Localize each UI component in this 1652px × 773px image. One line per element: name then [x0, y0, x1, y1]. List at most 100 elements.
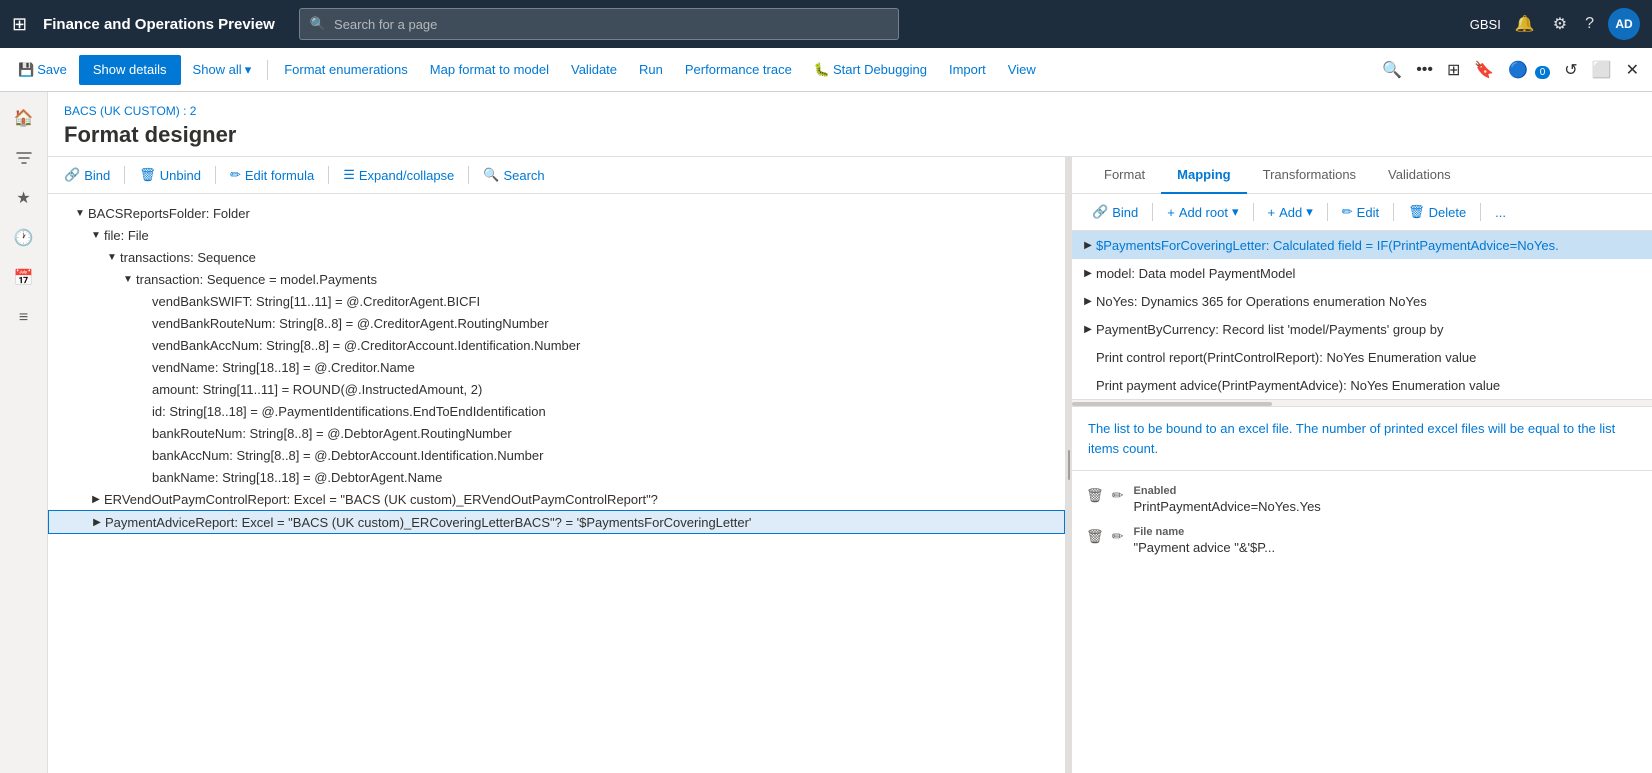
toolbar-close-icon[interactable]: ✕	[1621, 55, 1644, 85]
expand-icon[interactable]: ▶	[1080, 237, 1096, 253]
prop-delete-button[interactable]: 🗑	[1084, 526, 1106, 547]
top-nav-bar: ⊞ Finance and Operations Preview 🔍 GBSI …	[0, 0, 1652, 48]
prop-edit-button[interactable]: ✏	[1110, 485, 1126, 506]
expand-icon[interactable]: ▶	[1080, 293, 1096, 309]
expand-icon[interactable]: ▼	[88, 227, 104, 243]
breadcrumb[interactable]: BACS (UK CUSTOM) : 2	[64, 104, 1636, 118]
expand-icon[interactable]: ▶	[89, 514, 105, 530]
expand-icon[interactable]: ▼	[104, 249, 120, 265]
filename-label: File name	[1134, 526, 1640, 538]
tree-item[interactable]: amount: String[11..11] = ROUND(@.Instruc…	[48, 378, 1065, 400]
delete-button[interactable]: 🗑 Delete	[1400, 200, 1474, 224]
mapping-tree-item[interactable]: ▶ $PaymentsForCoveringLetter: Calculated…	[1072, 231, 1652, 259]
save-button[interactable]: 💾 Save	[8, 55, 77, 85]
toolbar-refresh-icon[interactable]: ↺	[1559, 55, 1582, 85]
right-bind-button[interactable]: 🔗 Bind	[1084, 200, 1146, 224]
prop-edit-button[interactable]: ✏	[1110, 526, 1126, 547]
tree-item[interactable]: ▼ BACSReportsFolder: Folder	[48, 202, 1065, 224]
mapping-tree-item[interactable]: ▶ PaymentByCurrency: Record list 'model/…	[1072, 315, 1652, 343]
performance-trace-button[interactable]: Performance trace	[675, 55, 802, 85]
sidebar-modules-icon[interactable]: ≡	[6, 300, 42, 336]
tree-item[interactable]: vendBankSWIFT: String[11..11] = @.Credit…	[48, 290, 1065, 312]
tree-item[interactable]: ▼ transactions: Sequence	[48, 246, 1065, 268]
tab-validations[interactable]: Validations	[1372, 157, 1467, 194]
search-icon: 🔍	[483, 167, 499, 183]
chevron-down-icon: ▾	[245, 62, 252, 78]
tree-item[interactable]: vendBankAccNum: String[8..8] = @.Credito…	[48, 334, 1065, 356]
sidebar-home-icon[interactable]: 🏠	[6, 100, 42, 136]
user-code: GBSI	[1470, 17, 1501, 32]
settings-icon[interactable]: ⚙	[1549, 10, 1571, 38]
mapping-tree: ▶ $PaymentsForCoveringLetter: Calculated…	[1072, 231, 1652, 399]
help-icon[interactable]: ?	[1581, 11, 1598, 37]
main-container: BACS (UK CUSTOM) : 2 Format designer 🔗 B…	[48, 92, 1652, 773]
format-enumerations-button[interactable]: Format enumerations	[274, 55, 418, 85]
add-root-button[interactable]: + Add root ▾	[1159, 200, 1246, 224]
tree-item[interactable]: vendBankRouteNum: String[8..8] = @.Credi…	[48, 312, 1065, 334]
tree-item[interactable]: vendName: String[18..18] = @.Creditor.Na…	[48, 356, 1065, 378]
expand-icon: ☰	[343, 167, 355, 183]
sidebar-filter-icon[interactable]	[6, 140, 42, 176]
tree-item[interactable]: id: String[18..18] = @.PaymentIdentifica…	[48, 400, 1065, 422]
view-button[interactable]: View	[998, 55, 1046, 85]
tree-item-selected[interactable]: ▶ PaymentAdviceReport: Excel = "BACS (UK…	[48, 510, 1065, 534]
sidebar-workspaces-icon[interactable]: 📅	[6, 260, 42, 296]
expand-icon[interactable]: ▼	[120, 271, 136, 287]
mapping-tree-item[interactable]: ▶ NoYes: Dynamics 365 for Operations enu…	[1072, 287, 1652, 315]
mapping-tree-item[interactable]: Print control report(PrintControlReport)…	[1072, 343, 1652, 371]
expand-icon[interactable]: ▶	[1080, 265, 1096, 281]
run-button[interactable]: Run	[629, 55, 673, 85]
edit-button[interactable]: ✏ Edit	[1334, 200, 1387, 224]
tree-item[interactable]: ▼ file: File	[48, 224, 1065, 246]
bind-button[interactable]: 🔗 Bind	[56, 163, 118, 187]
more-button[interactable]: ...	[1487, 201, 1514, 224]
prop-icons: 🗑 ✏	[1084, 526, 1126, 547]
expand-collapse-button[interactable]: ☰ Expand/collapse	[335, 163, 462, 187]
global-search-box[interactable]: 🔍	[299, 8, 899, 40]
expand-icon[interactable]: ▼	[72, 205, 88, 221]
toolbar-bookmark-icon[interactable]: 🔖	[1469, 55, 1499, 85]
toolbar-more-icon[interactable]: •••	[1411, 56, 1438, 84]
show-details-button[interactable]: Show details	[79, 55, 181, 85]
global-search-input[interactable]	[334, 17, 888, 32]
horizontal-scrollbar[interactable]	[1072, 399, 1652, 407]
tree-item[interactable]: bankName: String[18..18] = @.DebtorAgent…	[48, 466, 1065, 488]
expand-icon	[136, 447, 152, 463]
delete-icon: 🗑	[1408, 204, 1425, 220]
info-section: The list to be bound to an excel file. T…	[1072, 407, 1652, 471]
tab-transformations[interactable]: Transformations	[1247, 157, 1372, 194]
right-panel: Format Mapping Transformations Validatio…	[1072, 157, 1652, 773]
sidebar-recent-icon[interactable]: 🕐	[6, 220, 42, 256]
search-button[interactable]: 🔍 Search	[475, 163, 552, 187]
validate-button[interactable]: Validate	[561, 55, 627, 85]
edit-icon: ✏	[1342, 204, 1353, 220]
mapping-tree-item[interactable]: Print payment advice(PrintPaymentAdvice)…	[1072, 371, 1652, 399]
waffle-icon[interactable]: ⊞	[12, 14, 27, 35]
edit-formula-button[interactable]: ✏ Edit formula	[222, 163, 322, 187]
map-format-to-model-button[interactable]: Map format to model	[420, 55, 559, 85]
toolbar-search-icon[interactable]: 🔍	[1377, 55, 1407, 85]
import-button[interactable]: Import	[939, 55, 996, 85]
tree-item[interactable]: ▼ transaction: Sequence = model.Payments	[48, 268, 1065, 290]
add-button[interactable]: + Add ▾	[1260, 200, 1321, 224]
toolbar-grid-icon[interactable]: ⊞	[1442, 55, 1465, 85]
tab-format[interactable]: Format	[1088, 157, 1161, 194]
unbind-button[interactable]: 🗑 Unbind	[131, 163, 209, 187]
prop-delete-button[interactable]: 🗑	[1084, 485, 1106, 506]
app-title: Finance and Operations Preview	[43, 16, 275, 33]
user-avatar[interactable]: AD	[1608, 8, 1640, 40]
tab-mapping[interactable]: Mapping	[1161, 157, 1246, 194]
sidebar-favorites-icon[interactable]: ★	[6, 180, 42, 216]
expand-icon[interactable]: ▶	[88, 491, 104, 507]
notification-icon[interactable]: 🔔	[1511, 10, 1539, 38]
toolbar-badge-icon[interactable]: 🔵 0	[1503, 55, 1555, 85]
show-all-button[interactable]: Show all ▾	[183, 55, 262, 85]
start-debugging-button[interactable]: 🐛 Start Debugging	[804, 55, 937, 85]
tree-item[interactable]: bankRouteNum: String[8..8] = @.DebtorAge…	[48, 422, 1065, 444]
toolbar-fullscreen-icon[interactable]: ⬜	[1587, 55, 1617, 85]
expand-icon[interactable]: ▶	[1080, 321, 1096, 337]
tree-item[interactable]: bankAccNum: String[8..8] = @.DebtorAccou…	[48, 444, 1065, 466]
link-icon: 🔗	[64, 167, 80, 183]
mapping-tree-item[interactable]: ▶ model: Data model PaymentModel	[1072, 259, 1652, 287]
tree-item[interactable]: ▶ ERVendOutPaymControlReport: Excel = "B…	[48, 488, 1065, 510]
